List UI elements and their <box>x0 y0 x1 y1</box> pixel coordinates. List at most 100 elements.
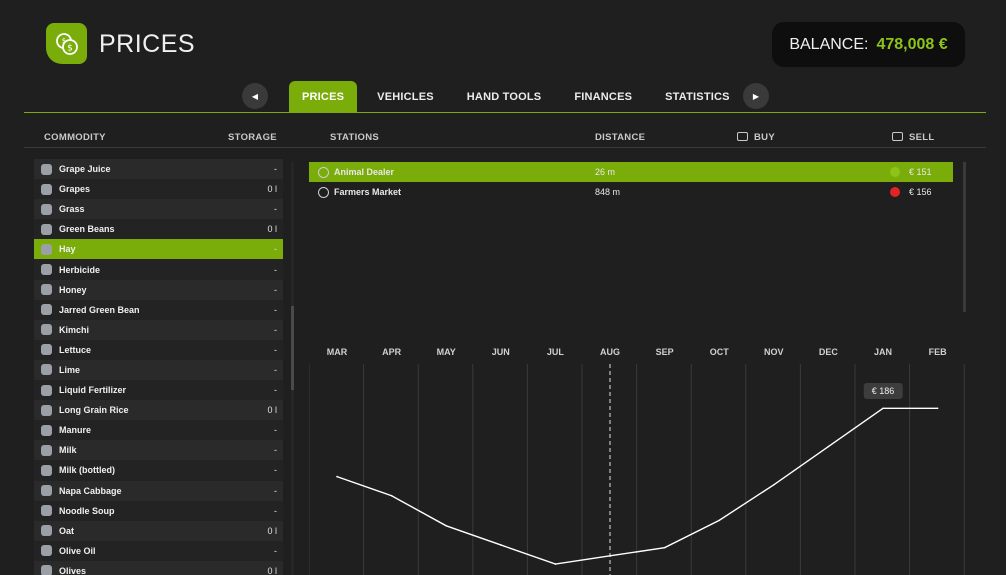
tab-vehicles[interactable]: VEHICLES <box>357 81 447 112</box>
kimchi-icon <box>41 324 52 336</box>
cabbage-icon <box>41 485 52 497</box>
commodity-name: Green Beans <box>59 224 115 235</box>
commodity-storage: - <box>274 164 277 175</box>
commodity-row[interactable]: Milk (bottled) - <box>34 460 283 481</box>
price-point <box>827 445 830 448</box>
month-label: NOV <box>764 347 784 357</box>
commodity-row[interactable]: Milk - <box>34 440 283 461</box>
commodity-row[interactable]: Olives 0 l <box>34 560 283 575</box>
commodity-name: Kimchi <box>59 324 90 335</box>
buy-label: BUY <box>754 132 775 143</box>
month-label: JUL <box>546 347 564 357</box>
tab-finances[interactable]: FINANCES <box>554 81 645 112</box>
month-label: APR <box>382 347 402 357</box>
commodity-storage: - <box>274 344 277 355</box>
commodity-scroll-thumb[interactable] <box>291 306 294 390</box>
price-point <box>390 494 393 497</box>
commodity-name: Hay <box>59 244 76 255</box>
commodity-row[interactable]: Oat 0 l <box>34 520 283 541</box>
commodity-row[interactable]: Green Beans 0 l <box>34 219 283 240</box>
commodity-row[interactable]: Long Grain Rice 0 l <box>34 400 283 421</box>
jar-icon <box>41 304 52 316</box>
caret-right-icon: ▶ <box>752 91 760 101</box>
manure-icon <box>41 424 52 436</box>
commodity-row[interactable]: Napa Cabbage - <box>34 480 283 501</box>
green-beans-icon <box>41 223 52 235</box>
commodity-storage: - <box>274 505 277 516</box>
month-label: FEB <box>928 347 947 357</box>
header-commodity[interactable]: COMMODITY <box>44 132 106 143</box>
commodity-name: Honey <box>59 284 87 295</box>
station-row[interactable]: Animal Dealer 26 m € 151 <box>309 162 953 182</box>
commodity-row[interactable]: Lime - <box>34 359 283 381</box>
grass-icon <box>41 203 52 215</box>
commodity-storage: 0 l <box>267 405 277 416</box>
commodity-row[interactable]: Grass - <box>34 199 283 220</box>
commodity-row[interactable]: Jarred Green Bean - <box>34 299 283 320</box>
tab-underline <box>24 112 986 113</box>
commodity-row[interactable]: Olive Oil - <box>34 540 283 561</box>
month-label: JAN <box>873 347 893 357</box>
commodity-name: Oat <box>59 525 75 536</box>
commodity-storage: - <box>274 244 277 255</box>
svg-text:$: $ <box>61 37 65 45</box>
commodity-storage: - <box>274 264 277 275</box>
commodity-row[interactable]: Liquid Fertilizer - <box>34 380 283 401</box>
commodity-name: Milk (bottled) <box>59 465 115 476</box>
header-sell[interactable]: SELL <box>892 132 934 143</box>
price-point <box>336 475 338 478</box>
commodity-row[interactable]: Grapes 0 l <box>34 179 283 200</box>
header-stations[interactable]: STATIONS <box>330 132 379 143</box>
station-row[interactable]: Farmers Market 848 m € 156 <box>309 182 953 202</box>
tab-hand-tools[interactable]: HAND TOOLS <box>447 81 555 112</box>
header-buy[interactable]: BUY <box>737 132 775 143</box>
header-storage[interactable]: STORAGE <box>228 132 277 143</box>
page-title: PRICES <box>99 30 196 58</box>
commodity-row[interactable]: Honey - <box>34 279 283 300</box>
soup-icon <box>41 505 52 517</box>
commodity-name: Jarred Green Bean <box>59 304 140 315</box>
tab-statistics[interactable]: STATISTICS <box>645 81 743 112</box>
price-point <box>554 563 557 565</box>
month-label: SEP <box>655 347 674 357</box>
next-page-button[interactable]: ▶ <box>743 83 769 109</box>
commodity-row[interactable]: Kimchi - <box>34 319 283 340</box>
honey-icon <box>41 284 52 296</box>
commodity-list[interactable]: Grape Juice - Grapes 0 l Grass - Green Beans 0 … <box>34 159 283 575</box>
station-name: Farmers Market <box>334 187 402 197</box>
lettuce-icon <box>41 344 52 356</box>
commodity-name: Grape Juice <box>59 164 111 175</box>
station-icon <box>318 166 329 178</box>
tab-prices[interactable]: PRICES <box>289 81 358 112</box>
commodity-row[interactable]: Lettuce - <box>34 339 283 360</box>
max-price-tag: € 186 <box>863 383 903 400</box>
stations-scrollbar[interactable] <box>963 162 966 312</box>
commodity-row[interactable]: Herbicide - <box>34 259 283 280</box>
commodity-name: Lettuce <box>59 344 92 355</box>
commodity-storage: - <box>274 545 277 556</box>
commodity-row[interactable]: Manure - <box>34 420 283 441</box>
caret-left-icon: ◀ <box>251 91 259 101</box>
commodity-row[interactable]: Hay - <box>34 239 283 260</box>
month-label: JUN <box>491 347 510 357</box>
commodity-row[interactable]: Grape Juice - <box>34 159 283 180</box>
prev-page-button[interactable]: ◀ <box>242 83 268 109</box>
station-sell-price: € 151 <box>909 167 932 177</box>
fertilizer-icon <box>41 384 52 396</box>
grapes-icon <box>41 183 52 195</box>
balance-value: 478,008 € <box>876 35 948 53</box>
column-headers: COMMODITY STORAGE STATIONS DISTANCE BUY … <box>0 132 1006 144</box>
commodity-storage: - <box>274 465 277 476</box>
commodity-name: Olives <box>59 565 87 575</box>
price-line <box>336 407 938 565</box>
header-distance[interactable]: DISTANCE <box>595 132 645 143</box>
commodity-row[interactable]: Noodle Soup - <box>34 500 283 521</box>
station-name: Animal Dealer <box>334 167 395 177</box>
commodity-storage: - <box>274 485 277 496</box>
commodity-storage: - <box>274 425 277 436</box>
header-divider <box>24 147 986 148</box>
station-sell-price: € 156 <box>909 187 932 197</box>
commodity-storage: - <box>274 445 277 456</box>
olive-oil-icon <box>41 545 52 557</box>
commodity-name: Noodle Soup <box>59 505 115 516</box>
